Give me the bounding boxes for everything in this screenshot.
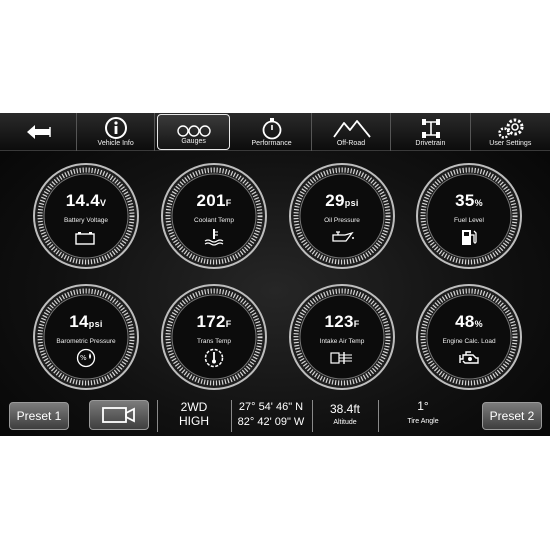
gauge-ring — [161, 284, 267, 390]
gauge-coolant-temp[interactable]: 201F Coolant Temp — [159, 161, 269, 271]
gauge-ring — [289, 284, 395, 390]
tab-gauges[interactable]: Gauges — [156, 114, 231, 150]
gauge-trans-temp[interactable]: 172F Trans Temp — [159, 282, 269, 392]
gauge-label: Fuel Level — [454, 217, 484, 224]
tab-performance[interactable]: Performance — [232, 113, 312, 151]
longitude: 82° 42' 09" W — [237, 416, 305, 428]
engine-icon — [459, 351, 479, 364]
gauges-icon — [177, 125, 211, 137]
gauge-fuel-level[interactable]: 35% Fuel Level — [414, 161, 524, 271]
altitude-value: 38.4ft — [329, 402, 361, 416]
gauge-value: 35% — [455, 191, 483, 210]
drive-mode[interactable]: 2WD HIGH — [168, 400, 220, 428]
mountain-icon — [333, 120, 371, 138]
stopwatch-icon — [262, 118, 282, 140]
preset-2-button[interactable]: Preset 2 — [482, 402, 542, 430]
gauge-ring — [289, 163, 395, 269]
back-arrow-icon — [27, 125, 51, 139]
divider — [231, 400, 232, 432]
battery-icon — [75, 232, 95, 245]
gauge-value: 123F — [324, 312, 360, 331]
gps-coordinates: 27° 54' 46" N 82° 42' 09" W — [233, 400, 309, 430]
oil-can-icon — [332, 231, 354, 242]
camera-icon — [102, 407, 135, 423]
gauge-barometric-pressure[interactable]: 14psi Barometric Pressure % — [31, 282, 141, 392]
gauge-value: 201F — [196, 191, 232, 210]
preset-1-button[interactable]: Preset 1 — [9, 402, 69, 430]
divider — [157, 400, 158, 432]
gauge-battery-voltage[interactable]: 14.4V Battery Voltage — [31, 161, 141, 271]
dashboard-screen: Vehicle Info Gauges Performance Off-Road — [0, 113, 550, 436]
gauge-value: 172F — [196, 312, 232, 331]
intake-air-icon — [330, 352, 352, 364]
gauge-intake-air-temp[interactable]: 123F Intake Air Temp — [287, 282, 397, 392]
trans-temp-icon — [204, 348, 224, 368]
altitude-label: Altitude — [333, 419, 357, 426]
barometer-icon: % — [76, 348, 96, 368]
tab-off-road[interactable]: Off-Road — [312, 113, 392, 151]
gauge-label: Oil Pressure — [324, 217, 360, 224]
coolant-icon — [204, 229, 224, 246]
gauge-ring — [416, 284, 522, 390]
gauge-label: Engine Calc. Load — [442, 338, 496, 345]
gauge-value: 29psi — [325, 191, 359, 210]
info-icon — [105, 117, 128, 139]
tire-angle-value: 1° — [417, 399, 429, 413]
gauge-label: Barometric Pressure — [56, 338, 116, 345]
divider — [378, 400, 379, 432]
fuel-pump-icon — [462, 230, 477, 245]
top-nav: Vehicle Info Gauges Performance Off-Road — [0, 113, 550, 151]
drivetrain-icon — [422, 119, 441, 138]
tab-vehicle-info[interactable]: Vehicle Info — [77, 113, 155, 151]
divider — [312, 400, 313, 432]
back-button[interactable] — [0, 113, 78, 151]
gauge-ring — [416, 163, 522, 269]
gauge-value: 14psi — [69, 312, 103, 331]
altitude-readout: 38.4ft Altitude — [318, 402, 372, 426]
tire-angle-readout: 1° Tire Angle — [390, 399, 456, 425]
gauge-label: Battery Voltage — [63, 217, 109, 224]
gauge-oil-pressure[interactable]: 29psi Oil Pressure — [287, 161, 397, 271]
drive-mode-line1: 2WD — [180, 400, 208, 414]
gauge-value: 48% — [455, 312, 483, 331]
gauge-label: Intake Air Temp — [319, 338, 365, 345]
tab-user-settings[interactable]: User Settings — [471, 113, 550, 151]
bottom-bar: Preset 1 2WD HIGH 27° 54' 46" N 82° 42' … — [0, 394, 550, 436]
gauge-ring — [33, 163, 139, 269]
drive-mode-line2: HIGH — [179, 414, 209, 428]
camera-button[interactable] — [89, 400, 149, 430]
gauge-ring — [161, 163, 267, 269]
gauge-label: Coolant Temp — [194, 217, 234, 224]
gauge-engine-calc-load[interactable]: 48% Engine Calc. Load — [414, 282, 524, 392]
gauge-ring — [33, 284, 139, 390]
latitude: 27° 54' 46" N — [238, 401, 304, 413]
gauge-label: Trans Temp — [197, 338, 231, 345]
gears-icon — [497, 118, 524, 139]
svg-text:%: % — [80, 354, 87, 362]
gauge-value: 14.4V — [65, 191, 107, 210]
tire-angle-label: Tire Angle — [407, 418, 439, 425]
tab-label: Off-Road — [336, 140, 366, 147]
tab-drivetrain[interactable]: Drivetrain — [391, 113, 471, 151]
